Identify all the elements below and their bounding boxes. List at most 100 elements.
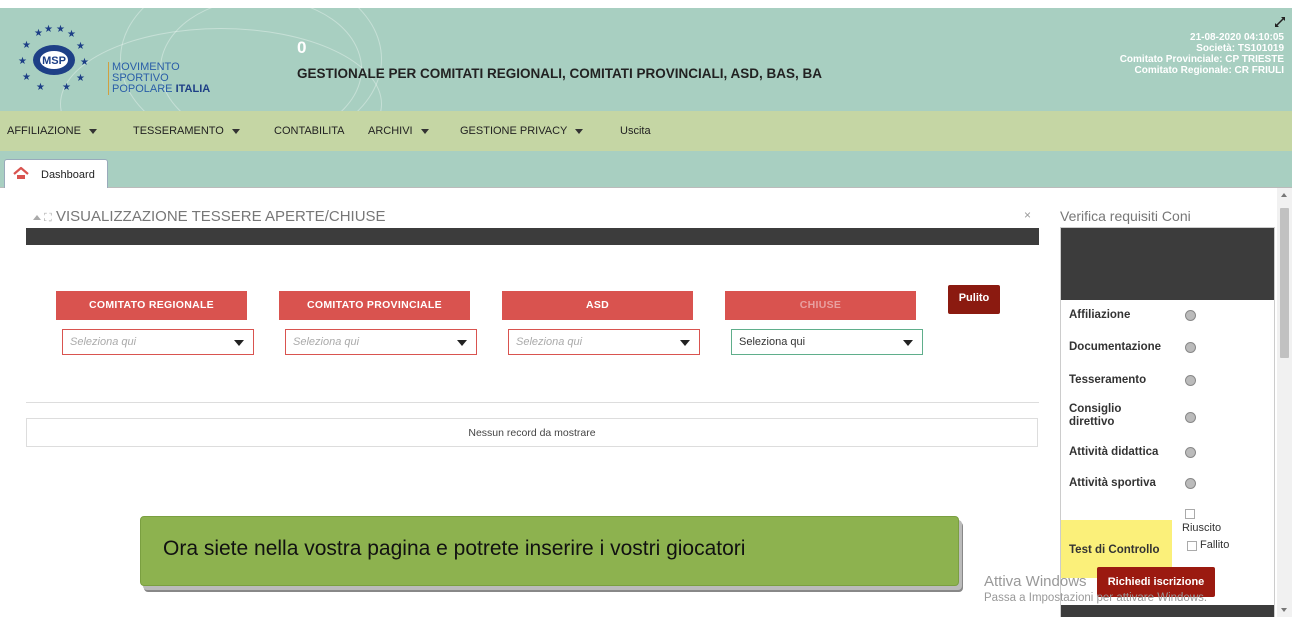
- svg-text:★: ★: [22, 40, 31, 51]
- divider: [26, 402, 1039, 403]
- menu-archivi[interactable]: ARCHIVI: [368, 125, 429, 137]
- caret-down-icon: [575, 128, 584, 134]
- svg-text:★: ★: [76, 41, 85, 52]
- requirement-tesseramento: Tesseramento: [1069, 374, 1147, 386]
- logo-text: MOVIMENTO SPORTIVO POPOLARE ITALIA: [108, 62, 210, 95]
- comitato-regionale-select[interactable]: Seleziona qui: [62, 329, 254, 355]
- requirement-consiglio-direttivo: Consiglio direttivo: [1069, 403, 1122, 428]
- riuscito-label: Riuscito: [1182, 522, 1222, 534]
- sidebar-dark-header: [1061, 228, 1274, 300]
- session-datetime: 21-08-2020 04:10:05: [1190, 32, 1284, 43]
- menu-label: Uscita: [620, 125, 651, 137]
- status-dot-icon: [1185, 375, 1196, 386]
- svg-text:★: ★: [62, 82, 71, 93]
- session-comitato-provinciale: Comitato Provinciale: CP TRIESTE: [1119, 54, 1284, 65]
- fallito-checkbox[interactable]: [1187, 541, 1197, 551]
- select-placeholder: Seleziona qui: [293, 336, 360, 348]
- chevron-down-icon: [680, 340, 690, 346]
- caret-down-icon: [420, 128, 429, 134]
- select-placeholder: Seleziona qui: [70, 336, 137, 348]
- sidebar-title: Verifica requisiti Coni: [1060, 208, 1191, 224]
- tab-bar: Dashboard: [0, 151, 1292, 188]
- fallito-label: Fallito: [1200, 539, 1230, 551]
- app-window: ★ ★ ★ ★ ★ ★ ★ ★ ★ ★ ★ ★ MSP MOVIMENTO SP…: [0, 0, 1292, 617]
- watermark-line2: Passa a Impostazioni per attivare Window…: [984, 592, 1208, 604]
- session-info: 21-08-2020 04:10:05 Società: TS101019 Co…: [1120, 32, 1284, 76]
- status-dot-icon: [1185, 412, 1196, 423]
- svg-text:★: ★: [80, 57, 89, 68]
- chevron-down-icon: [903, 340, 913, 346]
- close-icon[interactable]: ×: [1024, 208, 1031, 222]
- scroll-up-icon[interactable]: [1281, 193, 1287, 197]
- status-dot-icon: [1185, 478, 1196, 489]
- menu-label: AFFILIAZIONE: [7, 125, 81, 137]
- logo-line: POPOLARE: [112, 83, 173, 95]
- logo-line-bold: ITALIA: [175, 83, 211, 95]
- scroll-down-icon[interactable]: [1281, 608, 1287, 612]
- test-label: Test di Controllo: [1069, 544, 1160, 556]
- top-strip: [0, 0, 1292, 8]
- home-icon: [13, 166, 29, 179]
- expand-icon[interactable]: [1274, 16, 1286, 28]
- session-comitato-regionale: Comitato Regionale: CR FRIULI: [1134, 65, 1284, 76]
- menu-label: CONTABILITA: [274, 125, 345, 137]
- asd-select[interactable]: Seleziona qui: [508, 329, 700, 355]
- sidebar-dark-footer: [1061, 605, 1274, 617]
- panel-title: VISUALIZZAZIONE TESSERE APERTE/CHIUSE: [56, 208, 386, 225]
- svg-text:★: ★: [36, 82, 45, 93]
- watermark-line1: Attiva Windows: [984, 573, 1087, 590]
- tab-dashboard[interactable]: Dashboard: [4, 159, 108, 188]
- menu-gestione-privacy[interactable]: GESTIONE PRIVACY: [460, 125, 584, 137]
- svg-text:★: ★: [34, 28, 43, 39]
- status-dot-icon: [1185, 447, 1196, 458]
- svg-text:★: ★: [67, 29, 76, 40]
- svg-text:★: ★: [44, 24, 53, 35]
- menu-contabilita[interactable]: CONTABILITA: [274, 125, 345, 137]
- caret-down-icon: [231, 128, 240, 134]
- select-placeholder: Seleziona qui: [516, 336, 583, 348]
- menu-label: GESTIONE PRIVACY: [460, 125, 568, 137]
- tab-label: Dashboard: [41, 169, 95, 181]
- session-societa: Società: TS101019: [1196, 43, 1284, 54]
- menu-label: TESSERAMENTO: [133, 125, 224, 137]
- requirements-panel: Affiliazione Documentazione Tesseramento…: [1060, 227, 1275, 617]
- panel-dark-bar: [26, 228, 1039, 245]
- status-dot-icon: [1185, 310, 1196, 321]
- chiuse-select[interactable]: Seleziona qui: [731, 329, 923, 355]
- svg-text:★: ★: [22, 72, 31, 83]
- filter-asd-button[interactable]: ASD: [502, 291, 693, 320]
- panel-toggle-icon[interactable]: ⛶: [32, 211, 56, 224]
- menu-affiliazione[interactable]: AFFILIAZIONE: [7, 125, 97, 137]
- menu-label: ARCHIVI: [368, 125, 413, 137]
- chevron-down-icon: [234, 340, 244, 346]
- riuscito-checkbox[interactable]: [1185, 509, 1195, 519]
- clear-button[interactable]: Pulito: [948, 285, 1000, 314]
- requirement-attivita-sportiva: Attività sportiva: [1069, 477, 1156, 489]
- comitato-provinciale-select[interactable]: Seleziona qui: [285, 329, 477, 355]
- page-title: GESTIONALE PER COMITATI REGIONALI, COMIT…: [297, 66, 823, 81]
- guide-tooltip: Ora siete nella vostra pagina e potrete …: [140, 516, 959, 586]
- requirement-documentazione: Documentazione: [1069, 341, 1162, 353]
- requirement-attivita-didattica: Attività didattica: [1069, 446, 1159, 458]
- svg-text:MSP: MSP: [42, 55, 66, 67]
- panel-header: ⛶ VISUALIZZAZIONE TESSERE APERTE/CHIUSE: [32, 208, 386, 225]
- header-counter: 0: [297, 38, 307, 57]
- main-menu: AFFILIAZIONE TESSERAMENTO CONTABILITA AR…: [0, 111, 1292, 151]
- select-value: Seleziona qui: [739, 336, 806, 348]
- scroll-thumb[interactable]: [1280, 208, 1289, 358]
- vertical-scrollbar[interactable]: [1277, 188, 1292, 617]
- header: ★ ★ ★ ★ ★ ★ ★ ★ ★ ★ ★ ★ MSP MOVIMENTO SP…: [0, 8, 1292, 111]
- menu-tesseramento[interactable]: TESSERAMENTO: [133, 125, 240, 137]
- tooltip-text: Ora siete nella vostra pagina e potrete …: [163, 537, 746, 560]
- svg-text:★: ★: [76, 73, 85, 84]
- filter-comitato-regionale-button[interactable]: COMITATO REGIONALE: [56, 291, 247, 320]
- menu-uscita[interactable]: Uscita: [620, 125, 651, 137]
- requirement-affiliazione: Affiliazione: [1069, 309, 1131, 321]
- chevron-down-icon: [457, 340, 467, 346]
- filter-chiuse-button[interactable]: CHIUSE: [725, 291, 916, 320]
- filter-comitato-provinciale-button[interactable]: COMITATO PROVINCIALE: [279, 291, 470, 320]
- logo-icon: ★ ★ ★ ★ ★ ★ ★ ★ ★ ★ ★ ★ MSP: [18, 24, 89, 93]
- svg-text:⛶: ⛶: [44, 211, 52, 223]
- caret-down-icon: [88, 128, 97, 134]
- activation-watermark: Attiva Windows Passa a Impostazioni per …: [984, 573, 1207, 604]
